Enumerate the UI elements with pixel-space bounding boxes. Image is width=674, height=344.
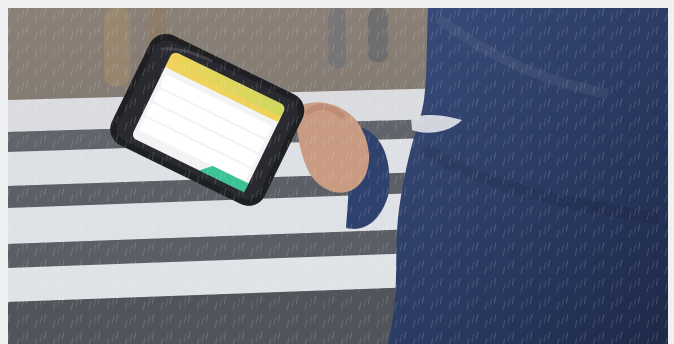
rain-overlay	[8, 8, 668, 344]
photo-frame	[8, 8, 668, 344]
scene-photo	[8, 8, 668, 344]
